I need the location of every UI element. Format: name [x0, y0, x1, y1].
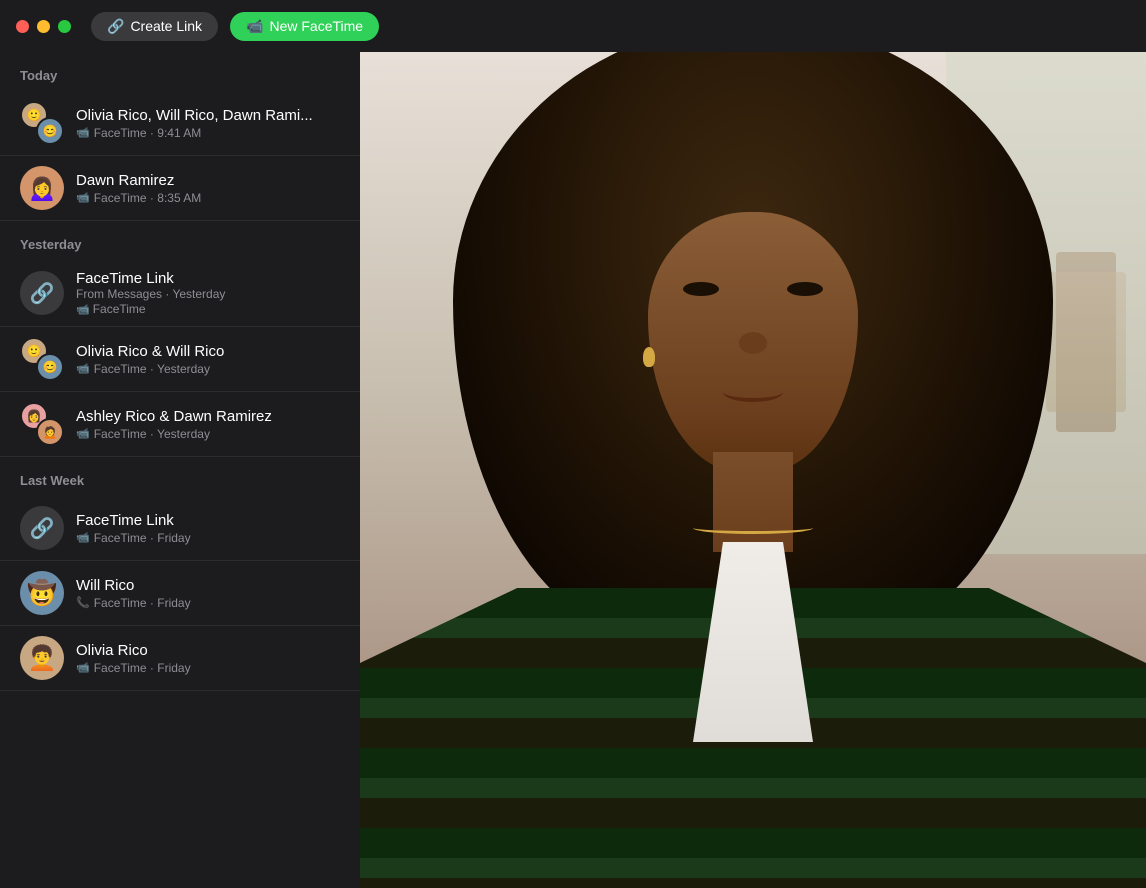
list-item[interactable]: 👩 🙍 Ashley Rico & Dawn Ramirez 📹 FaceTim… [0, 392, 360, 457]
right-eye [787, 282, 823, 296]
call-subtitle: 📹 FaceTime · Friday [76, 661, 340, 675]
photo-background: Lista över senaste samtal [360, 52, 1146, 888]
section-header-last-week: Last Week [0, 457, 360, 496]
avatar: 😊 [36, 117, 64, 145]
create-link-button[interactable]: 🔗 Create Link [91, 12, 218, 41]
create-link-label: Create Link [130, 18, 202, 34]
avatar: 🙍 [36, 418, 64, 446]
new-facetime-label: New FaceTime [269, 18, 363, 34]
call-subtitle: 📹 FaceTime · Yesterday [76, 427, 340, 441]
new-facetime-button[interactable]: 📹 New FaceTime [230, 12, 379, 41]
contact-name: Olivia Rico [76, 642, 340, 659]
avatar: 🧑‍🦱 [20, 636, 64, 680]
video-icon: 📹 [76, 191, 90, 204]
link-avatar: 🔗 [20, 506, 64, 550]
close-button[interactable] [16, 20, 29, 33]
section-header-yesterday: Yesterday [0, 221, 360, 260]
list-item[interactable]: 🙂 😊 Olivia Rico & Will Rico 📹 FaceTime ·… [0, 327, 360, 392]
list-item[interactable]: 🤠 Will Rico 📞 FaceTime · Friday [0, 561, 360, 626]
contact-name: Ashley Rico & Dawn Ramirez [76, 408, 340, 425]
contact-name: Dawn Ramirez [76, 172, 340, 189]
fullscreen-button[interactable] [58, 20, 71, 33]
necklace [693, 522, 813, 534]
face-shape [648, 212, 858, 472]
avatar: 🙍‍♀️ [20, 166, 64, 210]
video-icon: 📹 [76, 303, 90, 316]
kitchen-element2 [1046, 272, 1126, 412]
left-eye [683, 282, 719, 296]
contact-name: Olivia Rico & Will Rico [76, 343, 340, 360]
video-icon: 📹 [76, 362, 90, 375]
call-info: Olivia Rico, Will Rico, Dawn Rami... 📹 F… [76, 107, 340, 140]
call-subtitle: 📹 FaceTime · 8:35 AM [76, 191, 340, 205]
contact-name: FaceTime Link [76, 512, 340, 529]
contact-name: Will Rico [76, 577, 340, 594]
earring-left [643, 347, 655, 367]
avatar-container: 🔗 [20, 506, 64, 550]
list-item[interactable]: 🙍‍♀️ Dawn Ramirez 📹 FaceTime · 8:35 AM [0, 156, 360, 221]
neck [713, 452, 793, 552]
call-info: Ashley Rico & Dawn Ramirez 📹 FaceTime · … [76, 408, 340, 441]
nose [739, 332, 767, 354]
content-area: Lista över senaste samtal [360, 52, 1146, 888]
contact-name: Olivia Rico, Will Rico, Dawn Rami... [76, 107, 340, 124]
avatar-container: 🧑‍🦱 [20, 636, 64, 680]
link-icon: 🔗 [107, 18, 124, 35]
window-controls [16, 20, 71, 33]
call-info: FaceTime Link 📹 FaceTime · Friday [76, 512, 340, 545]
call-info: Dawn Ramirez 📹 FaceTime · 8:35 AM [76, 172, 340, 205]
avatar: 🤠 [20, 571, 64, 615]
avatar-container: 🙍‍♀️ [20, 166, 64, 210]
call-subtitle-stack: From Messages · Yesterday 📹 FaceTime [76, 287, 340, 316]
video-icon: 📹 [76, 126, 90, 139]
phone-icon: 📞 [76, 596, 90, 609]
call-subtitle: 📹 FaceTime · 9:41 AM [76, 126, 340, 140]
titlebar: 🔗 Create Link 📹 New FaceTime [0, 0, 1146, 52]
video-camera-icon: 📹 [246, 18, 263, 35]
sidebar: Today 🙂 😊 Olivia Rico, Will Rico, Dawn R… [0, 52, 360, 888]
section-header-today: Today [0, 52, 360, 91]
avatar: 😊 [36, 353, 64, 381]
avatar-group: 🙂 😊 [20, 101, 64, 145]
video-icon: 📹 [76, 531, 90, 544]
list-item[interactable]: 🔗 FaceTime Link From Messages · Yesterda… [0, 260, 360, 327]
avatar-container: 🤠 [20, 571, 64, 615]
list-item[interactable]: 🙂 😊 Olivia Rico, Will Rico, Dawn Rami...… [0, 91, 360, 156]
avatar-container: 🔗 [20, 271, 64, 315]
call-subtitle: 📞 FaceTime · Friday [76, 596, 340, 610]
call-info: Will Rico 📞 FaceTime · Friday [76, 577, 340, 610]
mouth [723, 382, 783, 402]
link-avatar: 🔗 [20, 271, 64, 315]
minimize-button[interactable] [37, 20, 50, 33]
call-info: Olivia Rico & Will Rico 📹 FaceTime · Yes… [76, 343, 340, 376]
video-icon: 📹 [76, 427, 90, 440]
list-item[interactable]: 🔗 FaceTime Link 📹 FaceTime · Friday [0, 496, 360, 561]
call-subtitle: 📹 FaceTime · Friday [76, 531, 340, 545]
avatar-container: 👩 🙍 [20, 402, 64, 446]
video-icon: 📹 [76, 661, 90, 674]
call-info: FaceTime Link From Messages · Yesterday … [76, 270, 340, 316]
avatar-container: 🙂 😊 [20, 337, 64, 381]
list-item[interactable]: 🧑‍🦱 Olivia Rico 📹 FaceTime · Friday [0, 626, 360, 691]
contact-name: FaceTime Link [76, 270, 340, 287]
call-subtitle: 📹 FaceTime · Yesterday [76, 362, 340, 376]
call-info: Olivia Rico 📹 FaceTime · Friday [76, 642, 340, 675]
